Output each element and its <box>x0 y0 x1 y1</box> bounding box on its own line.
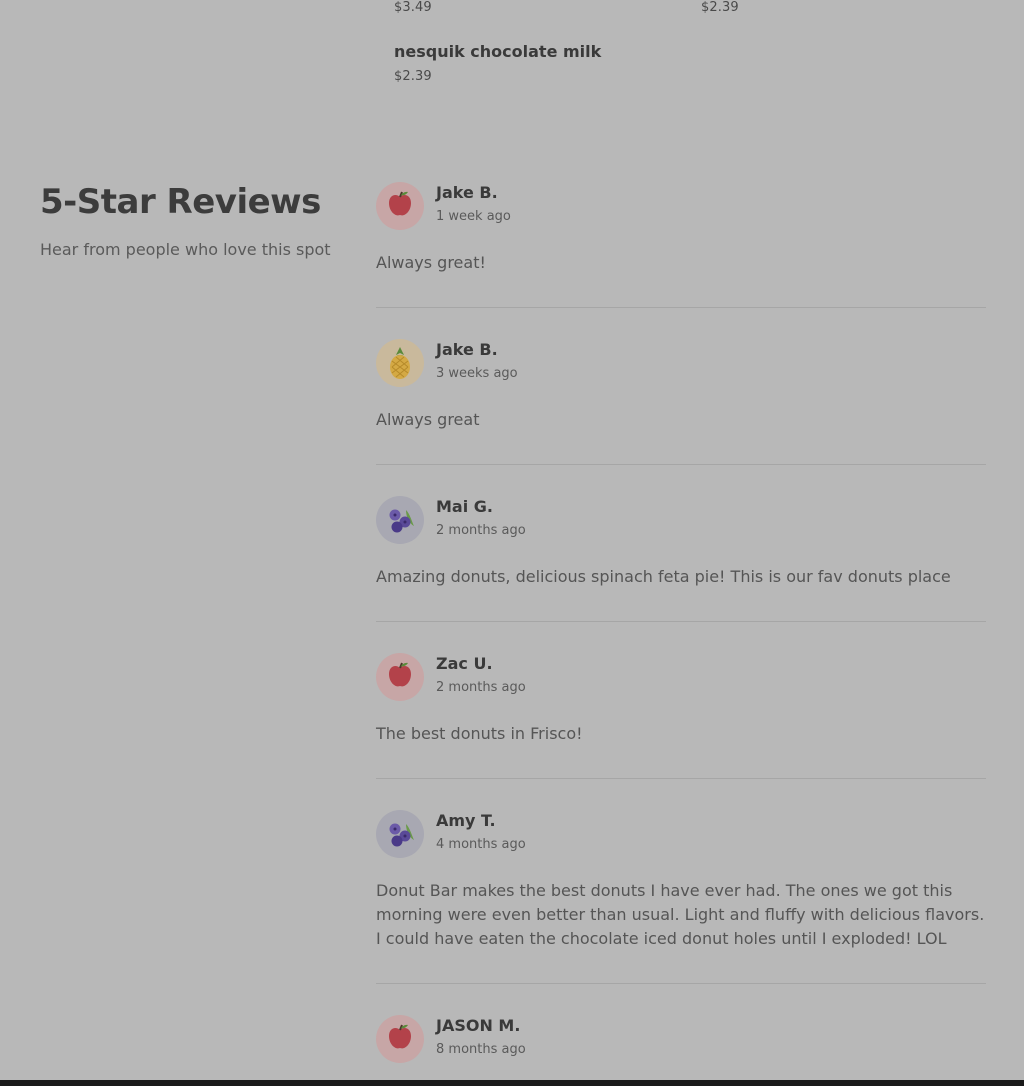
review-time: 1 week ago <box>436 209 511 224</box>
blueberry-icon <box>376 496 424 544</box>
pineapple-icon <box>376 339 424 387</box>
review-text: The best donuts in Frisco! <box>376 724 583 743</box>
reviewer-name: Mai G. <box>436 497 493 516</box>
review-time: 3 weeks ago <box>436 366 518 381</box>
review-card: Jake B. 1 week ago Always great! <box>376 182 986 292</box>
review-time: 4 months ago <box>436 837 526 852</box>
review-card: Jake B. 3 weeks ago Always great <box>376 339 986 449</box>
review-divider <box>376 778 986 779</box>
review-time: 2 months ago <box>436 523 526 538</box>
reviews-subtitle: Hear from people who love this spot <box>40 240 331 259</box>
reviewer-name: Jake B. <box>436 183 498 202</box>
reviewer-name: Amy T. <box>436 811 496 830</box>
review-divider <box>376 983 986 984</box>
review-card: JASON M. 8 months ago <box>376 1015 986 1079</box>
review-divider <box>376 307 986 308</box>
menu-item-price: $2.39 <box>701 0 739 15</box>
review-text: Always great <box>376 410 480 429</box>
bottom-bar <box>0 1080 1024 1086</box>
review-time: 2 months ago <box>436 680 526 695</box>
menu-item-name: nesquik chocolate milk <box>394 42 602 61</box>
review-time: 8 months ago <box>436 1042 526 1057</box>
review-divider <box>376 621 986 622</box>
review-text: Donut Bar makes the best donuts I have e… <box>376 881 985 948</box>
review-card: Mai G. 2 months ago Amazing donuts, deli… <box>376 496 986 606</box>
reviewer-name: Jake B. <box>436 340 498 359</box>
apple-icon <box>376 182 424 230</box>
review-text: Always great! <box>376 253 486 272</box>
reviews-title: 5-Star Reviews <box>40 182 321 222</box>
apple-icon <box>376 653 424 701</box>
review-card: Amy T. 4 months ago Donut Bar makes the … <box>376 810 986 970</box>
apple-icon <box>376 1015 424 1063</box>
reviewer-name: JASON M. <box>436 1016 521 1035</box>
menu-item-price: $2.39 <box>394 69 432 84</box>
reviewer-name: Zac U. <box>436 654 493 673</box>
menu-items-section: $3.49 $2.39 nesquik chocolate milk $2.39 <box>0 0 1024 110</box>
review-divider <box>376 464 986 465</box>
review-text: Amazing donuts, delicious spinach feta p… <box>376 567 951 586</box>
menu-item-price: $3.49 <box>394 0 432 15</box>
blueberry-icon <box>376 810 424 858</box>
review-card: Zac U. 2 months ago The best donuts in F… <box>376 653 986 763</box>
